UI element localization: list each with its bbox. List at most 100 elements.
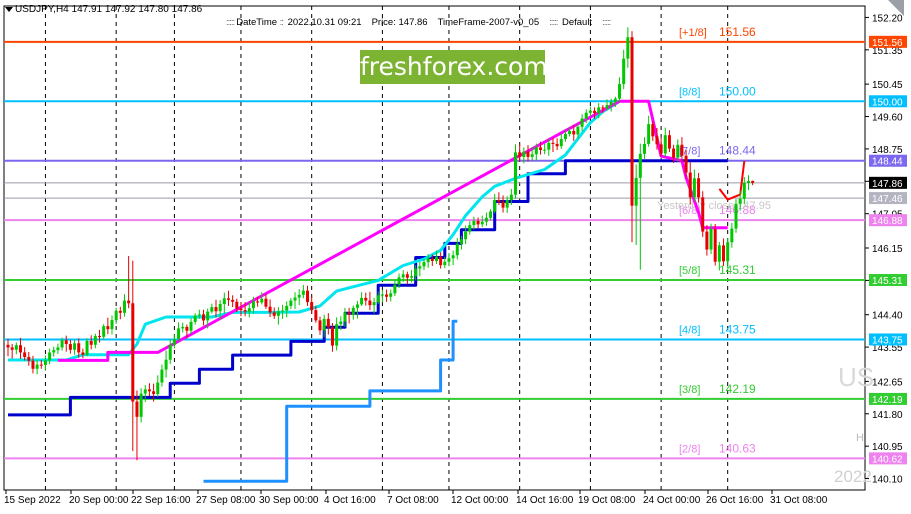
candle-body <box>451 255 455 259</box>
candle-body <box>701 197 705 232</box>
candle-body <box>285 305 289 311</box>
y-tick-label: 149.60 <box>872 113 903 124</box>
candle-body <box>497 199 501 202</box>
candle-body <box>322 318 326 331</box>
candle-body <box>343 312 347 322</box>
price-tag-label: 151.56 <box>872 38 903 49</box>
dots-icon: ::::: <box>226 17 235 28</box>
candle-body <box>114 310 118 321</box>
candle-body <box>601 107 605 109</box>
candle-body <box>247 308 251 312</box>
candle-body <box>85 340 89 355</box>
candle-body <box>468 225 472 232</box>
yesterday-close-label: Yesterday close 147.95 <box>657 200 771 212</box>
close-value: 147.86 <box>171 4 203 15</box>
y-tick-label: 144.40 <box>872 311 903 322</box>
candle-body <box>380 294 384 296</box>
candle-body <box>64 340 68 345</box>
candle-body <box>281 310 285 312</box>
candle-body <box>489 211 493 218</box>
datetime-label: DateTime <box>236 17 278 28</box>
candle-body <box>306 290 310 303</box>
candle-body <box>102 326 106 337</box>
candle-body <box>239 308 243 311</box>
candle-body <box>218 304 222 312</box>
candle-body <box>688 172 692 198</box>
murrey-level-value: 151.56 <box>719 25 756 39</box>
candle-body <box>385 294 389 297</box>
candle-body <box>39 364 43 366</box>
candle-body <box>376 295 380 303</box>
candle-body <box>464 231 468 240</box>
x-tick-label: 20 Sep 00:00 <box>69 495 129 506</box>
candle-body <box>697 178 701 198</box>
x-tick-label: 31 Oct 08:00 <box>770 495 828 506</box>
y-tick-label: 150.45 <box>872 80 903 91</box>
candle-body <box>251 301 255 309</box>
candle-body <box>139 393 143 417</box>
bg-symbol-text: US <box>838 362 874 392</box>
candle-body <box>276 311 280 316</box>
profile-name: Default <box>561 17 593 28</box>
candle-body <box>185 326 189 331</box>
x-tick-label: 26 Oct 16:00 <box>706 495 764 506</box>
candle-body <box>35 364 39 369</box>
x-tick-label: 24 Oct 00:00 <box>643 495 701 506</box>
candle-body <box>177 328 181 340</box>
candle-body <box>647 124 651 144</box>
freshforex-watermark: freshforex.com <box>360 50 548 84</box>
candle-body <box>705 231 709 250</box>
candle-body <box>530 154 534 157</box>
candle-body <box>568 131 572 135</box>
y-tick-label: 146.15 <box>872 244 903 255</box>
price-value: 147.86 <box>398 17 428 28</box>
candle-body <box>297 294 301 298</box>
murrey-level-value: 145.31 <box>719 263 756 277</box>
candle-body <box>326 318 330 328</box>
candle-body <box>172 339 176 345</box>
indicator-info-line: ::::: DateTime :: 2022.10.31 09:21 Price: … <box>226 17 612 28</box>
candle-body <box>563 134 567 140</box>
bg-year-text: 2022 <box>834 467 872 486</box>
candle-body <box>127 300 131 304</box>
x-tick-label: 30 Sep 00:00 <box>259 495 319 506</box>
x-tick-label: 14 Oct 16:00 <box>516 495 574 506</box>
candle-body <box>555 143 559 147</box>
chart-header: USDJPY,H4 147.91 147.92 147.80 147.86 ::… <box>0 0 860 28</box>
candle-body <box>23 352 27 357</box>
x-tick-label: 4 Oct 16:00 <box>324 495 376 506</box>
collapse-arrow-icon[interactable] <box>5 7 13 12</box>
candle-body <box>68 344 72 350</box>
candle-body <box>152 391 156 394</box>
candle-body <box>147 389 151 392</box>
candle-body <box>551 142 555 144</box>
candle-body <box>168 344 172 360</box>
candle-body <box>418 266 422 269</box>
candle-body <box>576 126 580 135</box>
candle-body <box>726 242 730 262</box>
candle-body <box>459 239 463 244</box>
murrey-level-value: 142.19 <box>719 382 756 396</box>
price-tag-label: 150.00 <box>872 97 903 108</box>
candle-body <box>197 314 201 316</box>
candle-body <box>543 149 547 151</box>
candle-body <box>493 199 497 212</box>
candle-body <box>48 352 52 361</box>
candle-body <box>709 228 713 250</box>
candle-body <box>256 301 260 303</box>
candle-body <box>722 245 726 262</box>
candle-body <box>301 290 305 295</box>
candle-body <box>10 347 14 350</box>
candle-body <box>181 326 185 329</box>
trading-chart[interactable]: US H 2022 [+1/8] 151.56 [8/8] 150.00 [7/8] 148.4… <box>0 0 911 514</box>
candle-body <box>405 274 409 278</box>
x-tick-label: 19 Oct 08:00 <box>578 495 636 506</box>
candle-body <box>81 352 85 355</box>
bg-timeframe-text: H <box>856 432 864 444</box>
candle-body <box>534 147 538 155</box>
candle-body <box>455 243 459 256</box>
chart-corner-triangle-icon[interactable] <box>888 0 904 16</box>
candle-body <box>226 298 230 300</box>
candle-body <box>110 320 114 330</box>
murrey-level-value: 148.44 <box>719 144 756 158</box>
